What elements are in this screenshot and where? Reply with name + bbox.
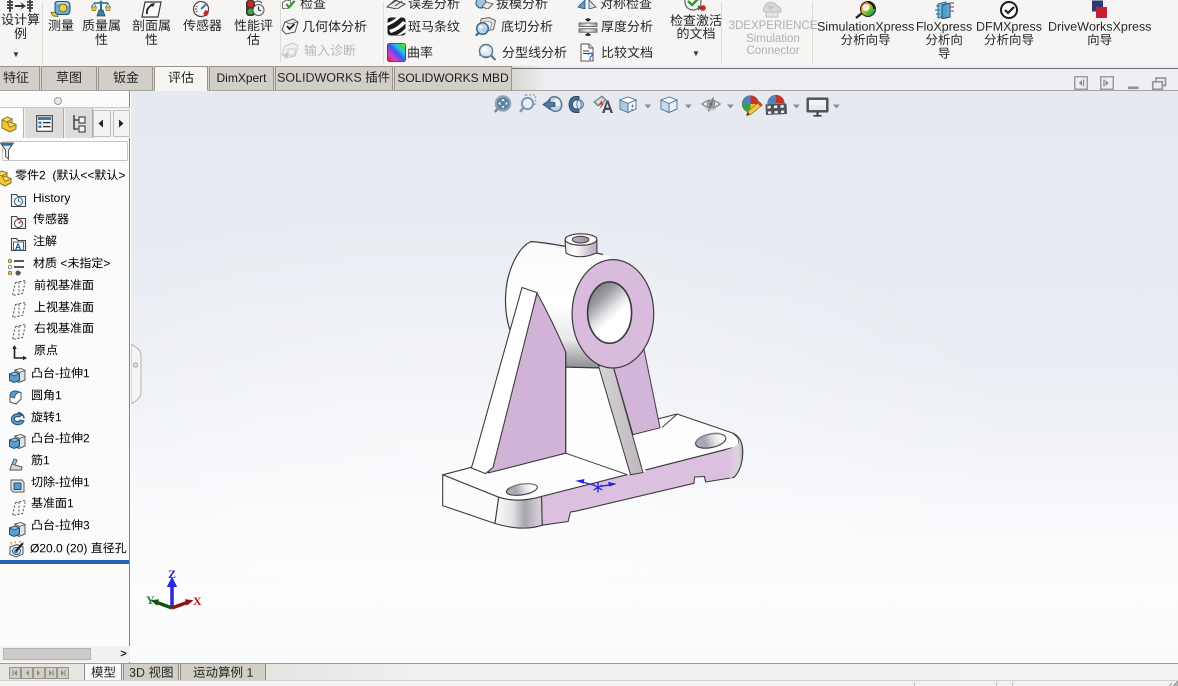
svg-text:?: ?	[587, 51, 594, 62]
svg-text:A: A	[15, 242, 21, 252]
svg-text:Y: Y	[146, 593, 155, 607]
svg-text:X: X	[193, 594, 202, 608]
svg-text:Z: Z	[168, 567, 176, 581]
